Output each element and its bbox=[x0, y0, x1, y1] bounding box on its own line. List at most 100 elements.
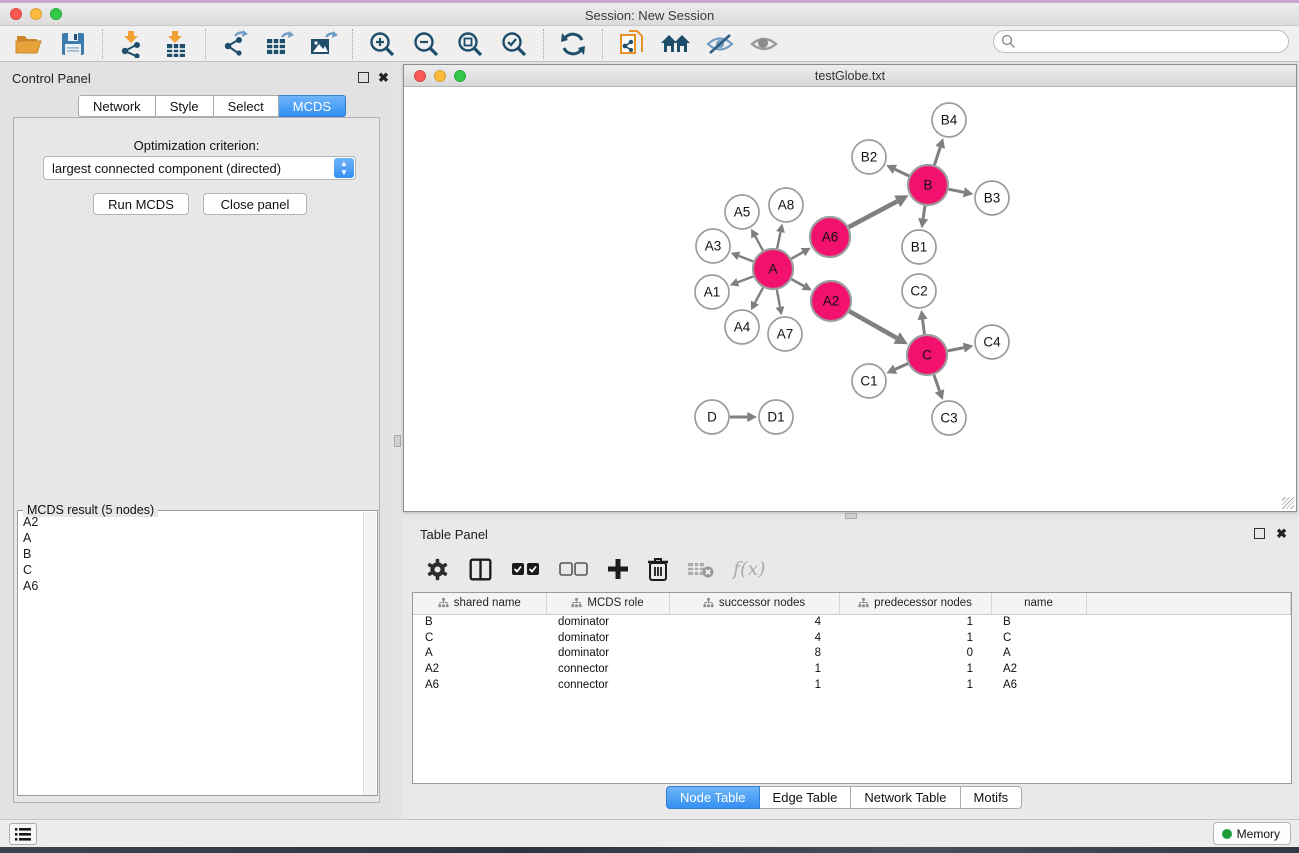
tab-network[interactable]: Network bbox=[78, 95, 156, 117]
edge-B-B1[interactable] bbox=[923, 206, 925, 219]
node-B3[interactable]: B3 bbox=[975, 181, 1009, 215]
node-C[interactable]: C bbox=[907, 335, 947, 375]
column-header-name[interactable]: name bbox=[991, 593, 1086, 614]
node-B4[interactable]: B4 bbox=[932, 103, 966, 137]
edge-A-A3[interactable] bbox=[739, 256, 754, 262]
edge-C-C3[interactable] bbox=[934, 375, 940, 391]
apply-layout-icon[interactable] bbox=[556, 29, 590, 59]
close-panel-icon[interactable]: ✖ bbox=[378, 72, 389, 83]
run-mcds-button[interactable]: Run MCDS bbox=[93, 193, 189, 215]
edge-A2-C[interactable] bbox=[849, 311, 896, 338]
tab-mcds[interactable]: MCDS bbox=[279, 95, 346, 117]
column-header-shared-name[interactable]: shared name bbox=[413, 593, 546, 614]
svg-text:A: A bbox=[768, 262, 777, 277]
tab-style[interactable]: Style bbox=[156, 95, 214, 117]
float-panel-icon[interactable] bbox=[358, 72, 369, 83]
delete-column-icon[interactable] bbox=[647, 557, 669, 581]
table-float-panel-icon[interactable] bbox=[1254, 528, 1265, 539]
close-panel-button[interactable]: Close panel bbox=[203, 193, 307, 215]
edge-B-B3[interactable] bbox=[949, 189, 964, 192]
column-header-mcds-role[interactable]: MCDS role bbox=[546, 593, 669, 614]
node-A6[interactable]: A6 bbox=[810, 217, 850, 257]
node-D1[interactable]: D1 bbox=[759, 400, 793, 434]
tab-node-table[interactable]: Node Table bbox=[666, 786, 760, 809]
edge-A-A6[interactable] bbox=[791, 252, 803, 259]
node-D[interactable]: D bbox=[695, 400, 729, 434]
table-row[interactable]: Bdominator41B bbox=[413, 614, 1291, 630]
tab-select[interactable]: Select bbox=[214, 95, 279, 117]
edge-C-C4[interactable] bbox=[948, 348, 964, 351]
node-C1[interactable]: C1 bbox=[852, 364, 886, 398]
table-row[interactable]: Cdominator41C bbox=[413, 630, 1291, 646]
table-row[interactable]: Adominator80A bbox=[413, 646, 1291, 662]
edge-A-A2[interactable] bbox=[791, 279, 804, 286]
task-history-button[interactable] bbox=[9, 823, 37, 845]
criterion-select[interactable]: largest connected component (directed) ▲… bbox=[43, 156, 356, 180]
network-window-titlebar[interactable]: testGlobe.txt bbox=[404, 65, 1296, 87]
node-B2[interactable]: B2 bbox=[852, 140, 886, 174]
table-row[interactable]: A2connector11A2 bbox=[413, 661, 1291, 677]
node-A5[interactable]: A5 bbox=[725, 195, 759, 229]
edge-A-A1[interactable] bbox=[738, 276, 754, 282]
home-view-icon[interactable] bbox=[659, 29, 693, 59]
hide-selection-icon[interactable] bbox=[703, 29, 737, 59]
save-session-icon[interactable] bbox=[56, 29, 90, 59]
edge-B-B4[interactable] bbox=[934, 147, 940, 165]
edge-A-A7[interactable] bbox=[777, 290, 780, 307]
edge-A-A5[interactable] bbox=[755, 236, 763, 250]
show-all-icon[interactable] bbox=[747, 29, 781, 59]
mcds-result-list[interactable]: A2 A B C A6 bbox=[19, 514, 363, 793]
export-network-icon[interactable] bbox=[218, 29, 252, 59]
node-C4[interactable]: C4 bbox=[975, 325, 1009, 359]
resize-grip-icon[interactable] bbox=[1282, 497, 1294, 509]
node-A7[interactable]: A7 bbox=[768, 317, 802, 351]
node-C2[interactable]: C2 bbox=[902, 274, 936, 308]
edge-C-C2[interactable] bbox=[923, 319, 925, 334]
tab-network-table[interactable]: Network Table bbox=[851, 786, 960, 809]
node-A2[interactable]: A2 bbox=[811, 281, 851, 321]
export-image-icon[interactable] bbox=[306, 29, 340, 59]
zoom-fit-icon[interactable] bbox=[453, 29, 487, 59]
horizontal-splitter[interactable] bbox=[845, 513, 857, 519]
node-A3[interactable]: A3 bbox=[696, 229, 730, 263]
deselect-all-checkboxes-icon[interactable] bbox=[559, 561, 589, 577]
clone-network-icon[interactable] bbox=[615, 29, 649, 59]
tab-edge-table[interactable]: Edge Table bbox=[760, 786, 852, 809]
control-panel: Control Panel ✖ Network Style Select MCD… bbox=[0, 62, 392, 819]
edge-A-A8[interactable] bbox=[777, 232, 780, 248]
open-file-icon[interactable] bbox=[12, 29, 46, 59]
node-A4[interactable]: A4 bbox=[725, 310, 759, 344]
result-scrollbar[interactable] bbox=[363, 512, 376, 795]
edge-B-B2[interactable] bbox=[895, 169, 909, 176]
node-B[interactable]: B bbox=[908, 165, 948, 205]
edge-A6-B[interactable] bbox=[849, 201, 898, 227]
edge-C-C1[interactable] bbox=[895, 364, 908, 370]
node-B1[interactable]: B1 bbox=[902, 230, 936, 264]
node-A[interactable]: A bbox=[753, 249, 793, 289]
edge-A-A4[interactable] bbox=[755, 288, 763, 303]
network-graph[interactable]: B4 B2 B B3 A5 A8A6 A3 B1 A A1 C2 A2 A4 A7 C4 C C1 C3 D D1 bbox=[405, 88, 1295, 511]
column-header-predecessor-nodes[interactable]: predecessor nodes bbox=[839, 593, 991, 614]
table-row[interactable]: A6connector11A6 bbox=[413, 677, 1291, 693]
vertical-splitter[interactable] bbox=[392, 62, 403, 819]
memory-button[interactable]: Memory bbox=[1213, 822, 1291, 845]
zoom-in-icon[interactable] bbox=[365, 29, 399, 59]
zoom-selected-icon[interactable] bbox=[497, 29, 531, 59]
export-table-icon[interactable] bbox=[262, 29, 296, 59]
column-header-successor-nodes[interactable]: successor nodes bbox=[669, 593, 839, 614]
tab-motifs[interactable]: Motifs bbox=[961, 786, 1023, 809]
show-columns-icon[interactable] bbox=[468, 557, 493, 582]
settings-gear-icon[interactable] bbox=[425, 557, 450, 582]
network-canvas[interactable]: B4 B2 B B3 A5 A8A6 A3 B1 A A1 C2 A2 A4 A7 C4 C C1 C3 D D1 bbox=[405, 88, 1295, 511]
select-all-checkboxes-icon[interactable] bbox=[511, 561, 541, 577]
node-A8[interactable]: A8 bbox=[769, 188, 803, 222]
import-network-icon[interactable] bbox=[115, 29, 149, 59]
add-column-icon[interactable] bbox=[607, 558, 629, 580]
arrowhead-icon bbox=[747, 412, 757, 422]
node-C3[interactable]: C3 bbox=[932, 401, 966, 435]
zoom-out-icon[interactable] bbox=[409, 29, 443, 59]
search-input[interactable] bbox=[993, 30, 1289, 53]
node-A1[interactable]: A1 bbox=[695, 275, 729, 309]
import-table-icon[interactable] bbox=[159, 29, 193, 59]
table-close-panel-icon[interactable]: ✖ bbox=[1276, 528, 1287, 539]
